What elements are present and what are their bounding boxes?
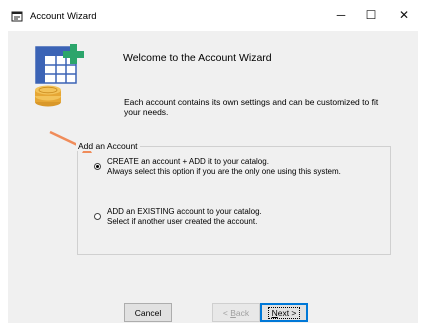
- close-icon: ✕: [398, 8, 410, 22]
- create-account-line1: CREATE an account + ADD it to your catal…: [107, 157, 269, 166]
- add-existing-line2: Select if another user created the accou…: [107, 216, 258, 226]
- back-label: < Back: [222, 307, 250, 318]
- close-button[interactable]: ✕: [385, 0, 423, 30]
- create-account-label[interactable]: CREATE an account + ADD it to your catal…: [107, 157, 341, 176]
- add-existing-account-radio[interactable]: [94, 213, 101, 220]
- title-bar[interactable]: Account Wizard ─ ☐ ✕: [0, 0, 424, 30]
- account-wizard-window: Account Wizard ─ ☐ ✕ Welcome to the Acco…: [0, 0, 424, 327]
- next-label: Next >: [267, 306, 301, 319]
- wizard-body: Welcome to the Account Wizard Each accou…: [8, 31, 418, 323]
- cancel-label: Cancel: [134, 307, 162, 318]
- group-label: Add an Account: [76, 141, 140, 151]
- intro-text: Each account contains its own settings a…: [124, 97, 379, 117]
- add-existing-account-option[interactable]: ADD an EXISTING account to your catalog.…: [94, 207, 262, 226]
- app-icon: [11, 11, 23, 22]
- create-account-radio[interactable]: [94, 163, 101, 170]
- add-existing-account-label[interactable]: ADD an EXISTING account to your catalog.…: [107, 207, 262, 226]
- cancel-button[interactable]: Cancel: [124, 303, 172, 322]
- spreadsheet-with-coins-icon: [35, 44, 84, 107]
- maximize-icon: ☐: [365, 8, 377, 22]
- next-button[interactable]: Next >: [260, 303, 308, 322]
- add-existing-line1: ADD an EXISTING account to your catalog.: [107, 207, 262, 216]
- welcome-title: Welcome to the Account Wizard: [123, 52, 272, 64]
- create-account-line2: Always select this option if you are the…: [107, 166, 341, 176]
- create-account-option[interactable]: CREATE an account + ADD it to your catal…: [94, 157, 341, 176]
- minimize-icon: ─: [336, 8, 346, 22]
- back-button[interactable]: < Back: [212, 303, 260, 322]
- window-title: Account Wizard: [30, 11, 97, 22]
